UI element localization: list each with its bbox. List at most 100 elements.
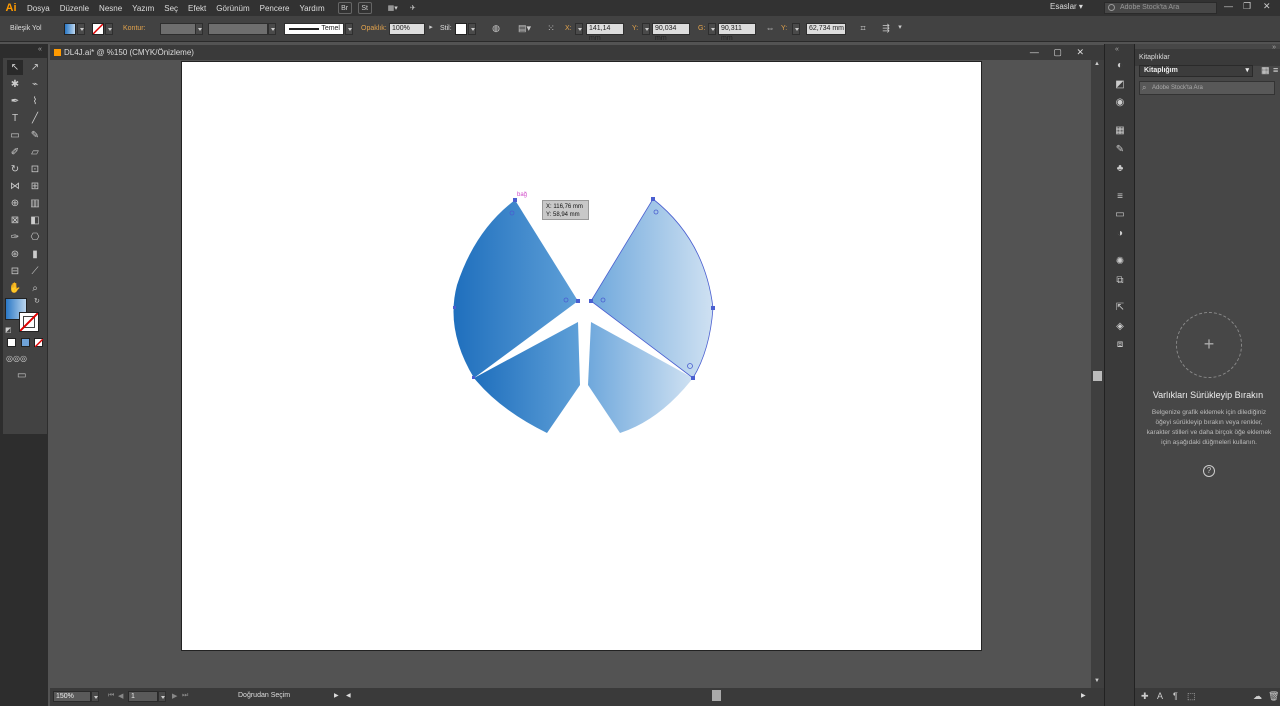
export-icon[interactable]: ⇱ <box>1113 301 1127 315</box>
next-artboard-icon[interactable]: ▶ <box>172 692 177 700</box>
rotate-tool-icon[interactable]: ↻ <box>7 162 23 177</box>
none-mode-icon[interactable] <box>34 338 43 347</box>
drawing-modes-icon[interactable]: ◎◎◎ <box>6 354 27 363</box>
last-artboard-icon[interactable]: ⏭ <box>182 692 188 700</box>
width-field[interactable]: 90,311 mm <box>718 23 756 42</box>
symbols-icon[interactable]: ♣ <box>1113 162 1127 176</box>
slice-tool-icon[interactable]: ⟋ <box>27 264 43 279</box>
default-colors-icon[interactable]: ◩ <box>5 326 12 334</box>
paintbrush-tool-icon[interactable]: ✎ <box>27 128 43 143</box>
menu-item-5[interactable]: Efekt <box>183 4 211 13</box>
zoom-tool-icon[interactable]: ⌕ <box>27 281 43 296</box>
artboard-number-field[interactable]: 1 <box>128 691 158 702</box>
width-tool-icon[interactable]: ⋈ <box>7 179 23 194</box>
constrain-proportions-icon[interactable]: ⇔ <box>764 22 776 34</box>
hand-tool-icon[interactable]: ✋ <box>7 281 23 296</box>
pen-tool-icon[interactable]: ✒ <box>7 94 23 109</box>
x-field[interactable]: 141,14 mm <box>586 23 624 42</box>
opacity-arrow-icon[interactable]: ▸ <box>425 22 437 34</box>
menu-item-6[interactable]: Görünüm <box>211 4 254 13</box>
panel-menu-icon[interactable]: ▾ <box>894 22 906 34</box>
gradient-tool-icon[interactable]: ◧ <box>27 213 43 228</box>
scroll-right-icon[interactable]: ▶ <box>1081 692 1086 699</box>
grid-view-icon[interactable]: ▦ <box>1261 65 1270 76</box>
brush-dropdown[interactable] <box>345 23 353 35</box>
artboards-icon[interactable]: ⧈ <box>1113 338 1127 352</box>
style-dropdown[interactable] <box>468 23 476 35</box>
color-guide-icon[interactable]: ◩ <box>1113 78 1127 92</box>
libraries-panel-title[interactable]: Kitaplıklar <box>1135 49 1280 66</box>
gpu-performance-icon[interactable]: ✈ <box>406 2 420 14</box>
add-content-icon[interactable]: ✚ <box>1141 691 1149 702</box>
menu-item-4[interactable]: Seç <box>159 4 183 13</box>
add-character-style-icon[interactable]: A <box>1157 691 1163 701</box>
stroke-panel-icon[interactable]: ≡ <box>1113 190 1127 204</box>
bridge-button[interactable]: Br <box>337 2 352 14</box>
previous-artboard-icon[interactable]: ◀ <box>118 692 123 700</box>
reference-point-icon[interactable]: ⁙ <box>545 22 557 34</box>
mesh-tool-icon[interactable]: ⊠ <box>7 213 23 228</box>
isolate-object-icon[interactable]: ⇶ <box>880 22 892 34</box>
scroll-down-icon[interactable]: ▼ <box>1094 678 1100 684</box>
curvature-tool-icon[interactable]: ⌇ <box>27 94 43 109</box>
zoom-dropdown[interactable] <box>91 691 99 702</box>
workspace-switcher[interactable]: Esaslar ▾ <box>1050 2 1083 11</box>
color-panel-icon[interactable]: ◉ <box>1113 96 1127 110</box>
add-paragraph-style-icon[interactable]: ¶ <box>1173 691 1178 701</box>
artboard-tool-icon[interactable]: ⊟ <box>7 264 23 279</box>
variable-width-dropdown[interactable] <box>268 23 276 35</box>
sync-status-icon[interactable]: ☁ <box>1253 691 1262 702</box>
drop-zone-add-icon[interactable]: + <box>1176 312 1242 378</box>
maximize-window-icon[interactable]: ❐ <box>1243 1 1251 12</box>
help-icon[interactable]: ? <box>1203 465 1215 477</box>
opacity-field[interactable]: 100% <box>389 23 425 35</box>
fill-swatch[interactable] <box>64 23 76 35</box>
color-mode-icon[interactable] <box>7 338 16 347</box>
library-search-input[interactable]: ⌕ Adobe Stock'ta Ara <box>1139 81 1275 95</box>
stroke-weight-field[interactable] <box>160 23 196 35</box>
stroke-swatch[interactable] <box>92 23 104 35</box>
shaper-tool-icon[interactable]: ✐ <box>7 145 23 160</box>
rectangle-tool-icon[interactable]: ▭ <box>7 128 23 143</box>
height-stepper[interactable] <box>792 23 800 35</box>
vertical-scrollbar[interactable]: ▲ ▼ <box>1091 60 1104 688</box>
eyedropper-tool-icon[interactable]: ✑ <box>7 230 23 245</box>
menu-item-7[interactable]: Pencere <box>255 4 295 13</box>
appearance-icon[interactable]: ✺ <box>1113 255 1127 269</box>
recolor-artwork-icon[interactable]: ◍ <box>490 22 502 34</box>
blend-tool-icon[interactable]: ⎔ <box>27 230 43 245</box>
menu-item-8[interactable]: Yardım <box>294 4 329 13</box>
status-menu-icon[interactable]: ▶ <box>334 692 339 699</box>
height-field[interactable]: 62,734 mm <box>806 23 846 35</box>
align-options-icon[interactable]: ▤▾ <box>518 22 531 34</box>
stroke-dropdown[interactable] <box>105 23 113 35</box>
symbol-sprayer-tool-icon[interactable]: ⊛ <box>7 247 23 262</box>
list-view-icon[interactable]: ≡ <box>1273 65 1278 75</box>
transform-icon[interactable]: ⌗ <box>857 22 869 34</box>
scroll-left-icon[interactable]: ◀ <box>346 692 351 699</box>
lasso-tool-icon[interactable]: ⌁ <box>27 77 43 92</box>
document-minimize-icon[interactable]: — <box>1030 47 1039 57</box>
document-restore-icon[interactable]: ▢ <box>1053 47 1062 57</box>
document-close-icon[interactable]: ✕ <box>1076 47 1084 57</box>
vertical-scroll-thumb[interactable] <box>1093 371 1102 381</box>
layers-icon[interactable]: ◈ <box>1113 320 1127 334</box>
stroke-weight-dropdown[interactable] <box>195 23 203 35</box>
free-transform-tool-icon[interactable]: ⊞ <box>27 179 43 194</box>
column-graph-tool-icon[interactable]: ▮ <box>27 247 43 262</box>
minimize-window-icon[interactable]: — <box>1224 1 1233 11</box>
menu-item-0[interactable]: Dosya <box>22 4 55 13</box>
arrange-documents-icon[interactable]: ▦▾ <box>386 2 400 14</box>
direct-selection-tool-icon[interactable]: ↗ <box>27 60 43 75</box>
perspective-grid-tool-icon[interactable]: ▥ <box>27 196 43 211</box>
menu-item-2[interactable]: Nesne <box>94 4 127 13</box>
first-artboard-icon[interactable]: ⏮ <box>108 692 114 700</box>
menu-item-1[interactable]: Düzenle <box>55 4 94 13</box>
menu-item-3[interactable]: Yazım <box>127 4 159 13</box>
stock-search-input[interactable]: Adobe Stock'ta Ara <box>1104 2 1217 14</box>
y-stepper[interactable] <box>642 23 650 35</box>
magic-wand-tool-icon[interactable]: ✱ <box>7 77 23 92</box>
brushes-icon[interactable]: ✎ <box>1113 143 1127 157</box>
artboard-dropdown[interactable] <box>158 691 166 702</box>
screen-mode-icon[interactable]: ▭ <box>17 370 26 381</box>
